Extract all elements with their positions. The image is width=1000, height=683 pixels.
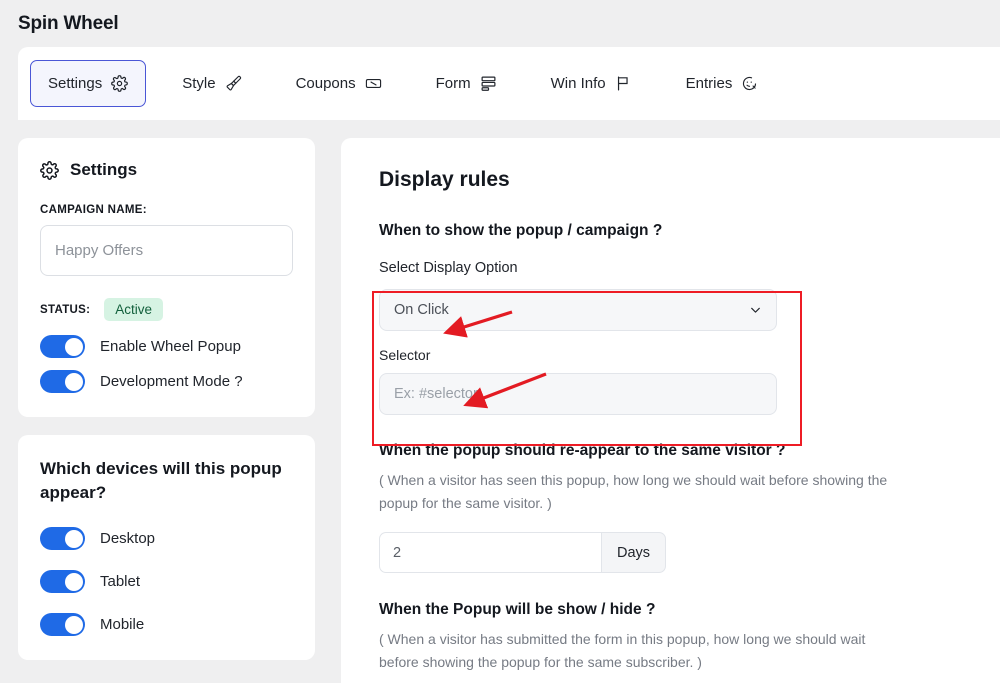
toggle-desktop[interactable] [40,527,85,551]
toggle-enable-wheel-popup-label: Enable Wheel Popup [100,338,241,355]
content-body: Settings CAMPAIGN NAME: STATUS: Active E… [0,120,1000,683]
paintbrush-icon [225,75,242,92]
status-label: STATUS: [40,303,91,316]
show-hide-hint: ( When a visitor has submitted the form … [379,631,866,671]
tab-strip: Settings Style Coupons Form Win Info Ent… [18,47,1000,120]
toggle-mobile-label: Mobile [100,616,145,634]
toggle-knob [64,529,83,548]
tab-style-label: Style [182,75,216,92]
reappear-hint: ( When a visitor has seen this popup, ho… [379,472,888,511]
toggle-tablet[interactable] [40,570,85,594]
toggle-row-enable-wheel-popup[interactable]: Enable Wheel Popup [40,335,293,358]
tab-entries[interactable]: Entries [668,60,777,107]
left-sidebar: Settings CAMPAIGN NAME: STATUS: Active E… [18,138,315,661]
reappear-days-input[interactable] [379,532,601,574]
tab-win-info-label: Win Info [550,75,606,92]
ticket-percent-icon [365,75,382,92]
select-display-option-label: Select Display Option [379,260,518,276]
toggle-development-mode-label: Development Mode ? [100,373,243,390]
toggle-row-tablet[interactable]: Tablet [40,570,293,594]
devices-card: Which devices will this popup appear? De… [18,435,315,661]
toggle-knob [64,372,83,391]
chevron-down-icon[interactable] [748,304,763,322]
toggle-mobile[interactable] [40,613,85,637]
tab-settings-label: Settings [48,75,103,92]
display-rules-panel: Display rules When to show the popup / c… [341,138,1000,683]
page-title: Spin Wheel [18,12,119,34]
flag-icon [615,75,632,92]
display-option-value: On Click [394,302,449,318]
status-row: STATUS: Active [40,298,293,321]
toggle-row-mobile[interactable]: Mobile [40,613,293,637]
status-badge: Active [104,298,163,321]
toggle-enable-wheel-popup[interactable] [40,335,85,358]
devices-card-title: Which devices will this popup appear? [40,459,282,503]
toggle-desktop-label: Desktop [100,530,156,548]
toggle-tablet-label: Tablet [100,573,141,591]
settings-card-title: Settings [70,160,138,179]
form-layout-icon [480,75,497,92]
tab-entries-label: Entries [685,75,733,92]
toggle-row-desktop[interactable]: Desktop [40,527,293,551]
toggle-development-mode[interactable] [40,370,85,393]
settings-card-header: Settings [40,160,293,180]
display-rules-heading: Display rules [379,168,510,191]
tab-win-info[interactable]: Win Info [533,60,650,107]
tab-settings[interactable]: Settings [30,60,147,107]
when-to-show-heading: When to show the popup / campaign ? [379,222,663,239]
selector-input[interactable] [379,373,777,415]
display-option-dropdown[interactable]: On Click [379,289,777,331]
settings-card: Settings CAMPAIGN NAME: STATUS: Active E… [18,138,315,417]
tab-form[interactable]: Form [418,60,515,107]
toggle-knob [64,572,83,591]
reappear-heading: When the popup should re-appear to the s… [379,442,786,459]
app-root: Spin Wheel Settings Style Coupons Form W… [0,0,1000,683]
gear-icon [111,75,129,92]
campaign-name-label: CAMPAIGN NAME: [40,204,147,216]
reappear-unit-label: Days [601,532,666,574]
tab-coupons-label: Coupons [295,75,356,92]
tab-coupons[interactable]: Coupons [278,60,400,107]
display-option-dropdown-wrap: On Click [379,289,777,331]
tab-form-label: Form [435,75,471,92]
campaign-name-input[interactable] [40,225,293,276]
face-x-icon [741,75,758,92]
gear-icon [40,160,59,180]
reappear-input-group: Days [379,532,666,574]
toggle-row-development-mode[interactable]: Development Mode ? [40,370,293,393]
show-hide-heading: When the Popup will be show / hide ? [379,601,656,619]
tab-style[interactable]: Style [164,60,259,107]
selector-label: Selector [379,347,431,363]
top-bar: Spin Wheel [0,0,1000,47]
toggle-knob [64,337,83,356]
toggle-knob [64,615,83,634]
